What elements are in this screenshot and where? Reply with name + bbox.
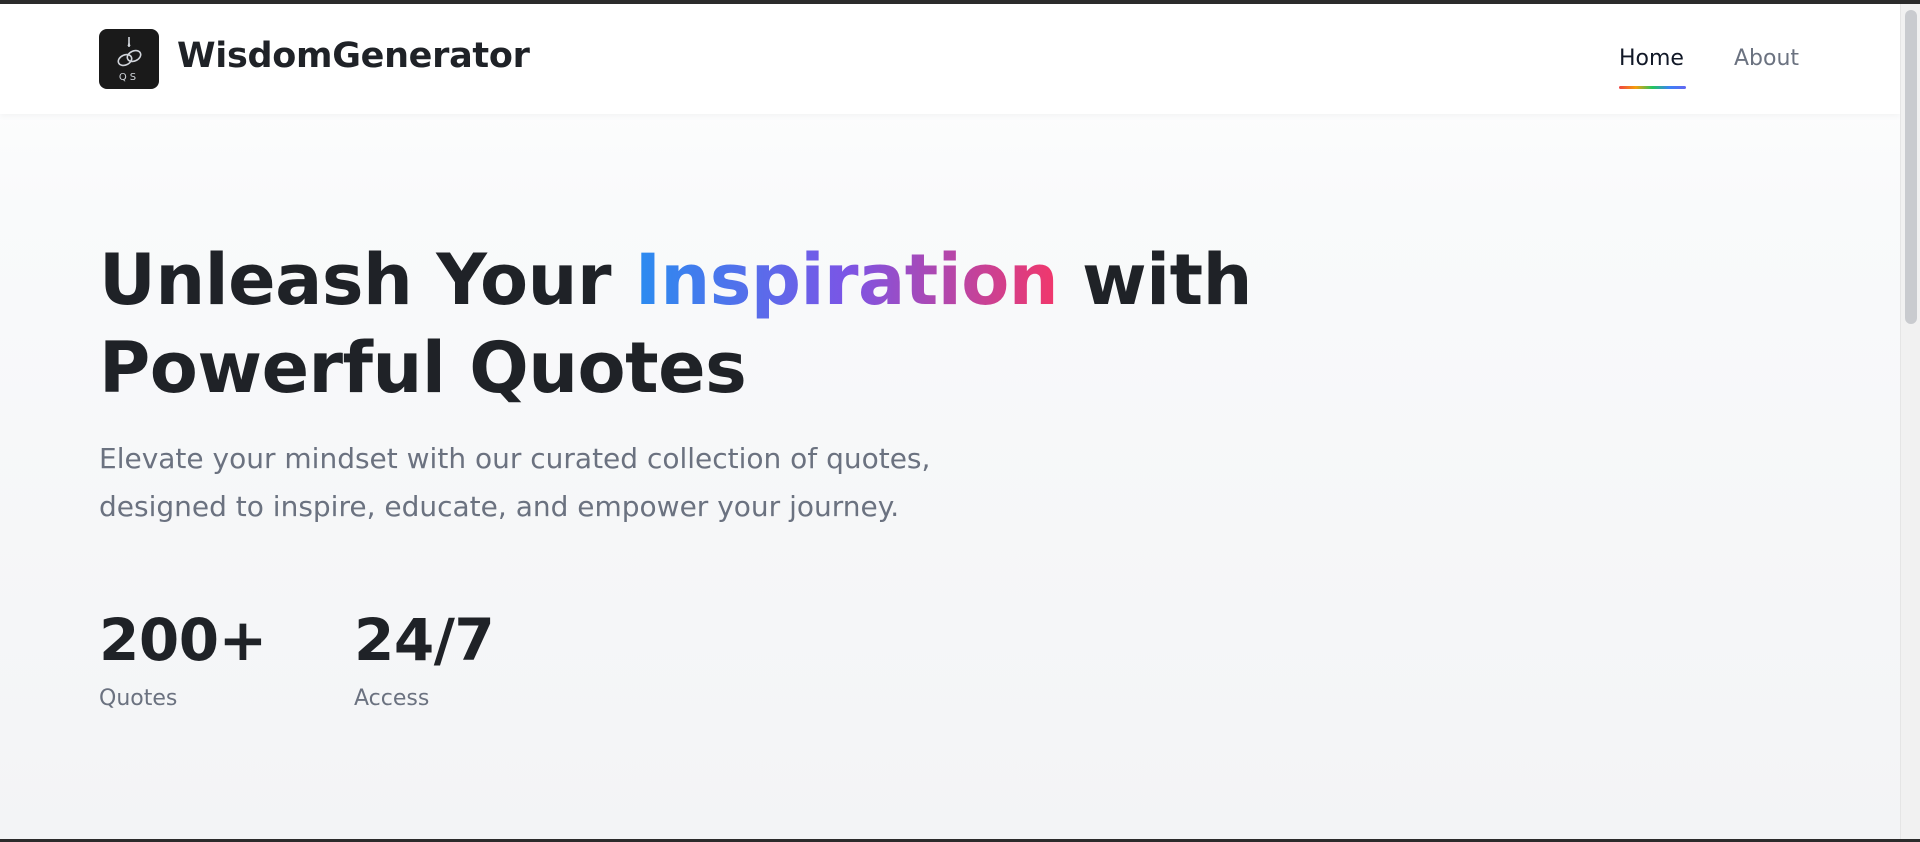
logo-text: QS	[119, 72, 139, 83]
stat-quotes: 200+ Quotes	[99, 600, 267, 711]
quote-logo-icon: QS	[117, 37, 142, 83]
page: QS WisdomGenerator Home About Unleash Yo…	[0, 0, 1920, 842]
stat-value: 24/7	[354, 606, 495, 674]
nav-link-home[interactable]: Home	[1619, 46, 1684, 71]
app-logo[interactable]: QS	[99, 29, 159, 89]
brand-name[interactable]: WisdomGenerator	[177, 36, 530, 76]
site-header: QS WisdomGenerator Home About	[0, 4, 1900, 114]
scrollbar-thumb[interactable]	[1905, 10, 1917, 324]
stat-access: 24/7 Access	[354, 600, 495, 711]
vertical-scrollbar[interactable]	[1900, 4, 1920, 839]
nav-link-about[interactable]: About	[1734, 46, 1799, 71]
active-nav-indicator	[1619, 86, 1686, 89]
hero-title-accent: Inspiration	[634, 239, 1059, 321]
stat-label: Access	[354, 686, 430, 711]
stat-label: Quotes	[99, 686, 178, 711]
hero-title: Unleash Your Inspiration with Powerful Q…	[99, 236, 1299, 412]
hero-title-start: Unleash Your	[99, 239, 635, 321]
stat-value: 200+	[99, 606, 267, 674]
hero-subtitle: Elevate your mindset with our curated co…	[99, 442, 931, 523]
